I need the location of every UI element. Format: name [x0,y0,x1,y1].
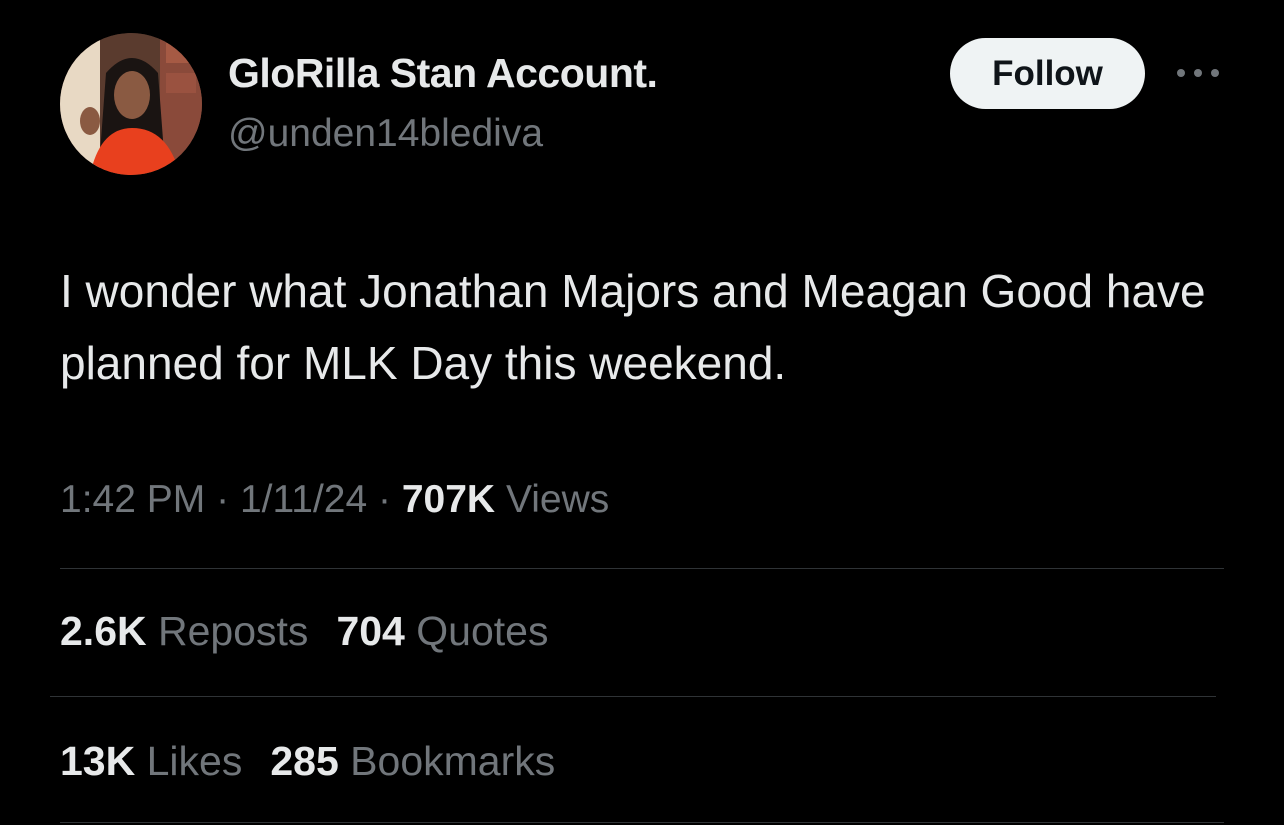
tweet-text: I wonder what Jonathan Majors and Meagan… [60,265,1206,389]
tweet-card: GloRilla Stan Account. @unden14blediva F… [0,0,1284,825]
quotes-label: Quotes [416,608,549,654]
divider [60,568,1224,569]
tweet-date[interactable]: 1/11/24 [240,478,367,521]
bookmarks-label: Bookmarks [350,738,556,784]
views-count: 707K [401,478,496,521]
stats-row-reposts-quotes: 2.6K Reposts 704 Quotes [60,608,548,655]
quotes-count: 704 [336,608,405,654]
divider [50,696,1216,697]
divider [60,822,1224,823]
stats-row-likes-bookmarks: 13K Likes 285 Bookmarks [60,738,555,785]
reposts-stat[interactable]: 2.6K Reposts [60,608,308,655]
more-options-button[interactable] [1170,58,1226,88]
bookmarks-count: 285 [270,738,339,784]
follow-button[interactable]: Follow [950,38,1145,109]
reposts-label: Reposts [158,608,309,654]
avatar-image [60,33,202,175]
avatar[interactable] [60,33,202,175]
tweet-time[interactable]: 1:42 PM [60,478,205,521]
more-horizontal-icon [1177,69,1219,77]
likes-stat[interactable]: 13K Likes [60,738,242,785]
views-label: Views [505,478,610,521]
likes-label: Likes [146,738,243,784]
likes-count: 13K [60,738,136,784]
author-display-name[interactable]: GloRilla Stan Account. [228,50,658,97]
reposts-count: 2.6K [60,608,147,654]
meta-separator: · [378,478,392,521]
tweet-meta: 1:42 PM · 1/11/24 · 707K Views [60,478,609,522]
bookmarks-stat[interactable]: 285 Bookmarks [270,738,555,785]
quotes-stat[interactable]: 704 Quotes [336,608,548,655]
meta-separator: · [216,478,230,521]
author-handle[interactable]: @unden14blediva [228,112,543,156]
